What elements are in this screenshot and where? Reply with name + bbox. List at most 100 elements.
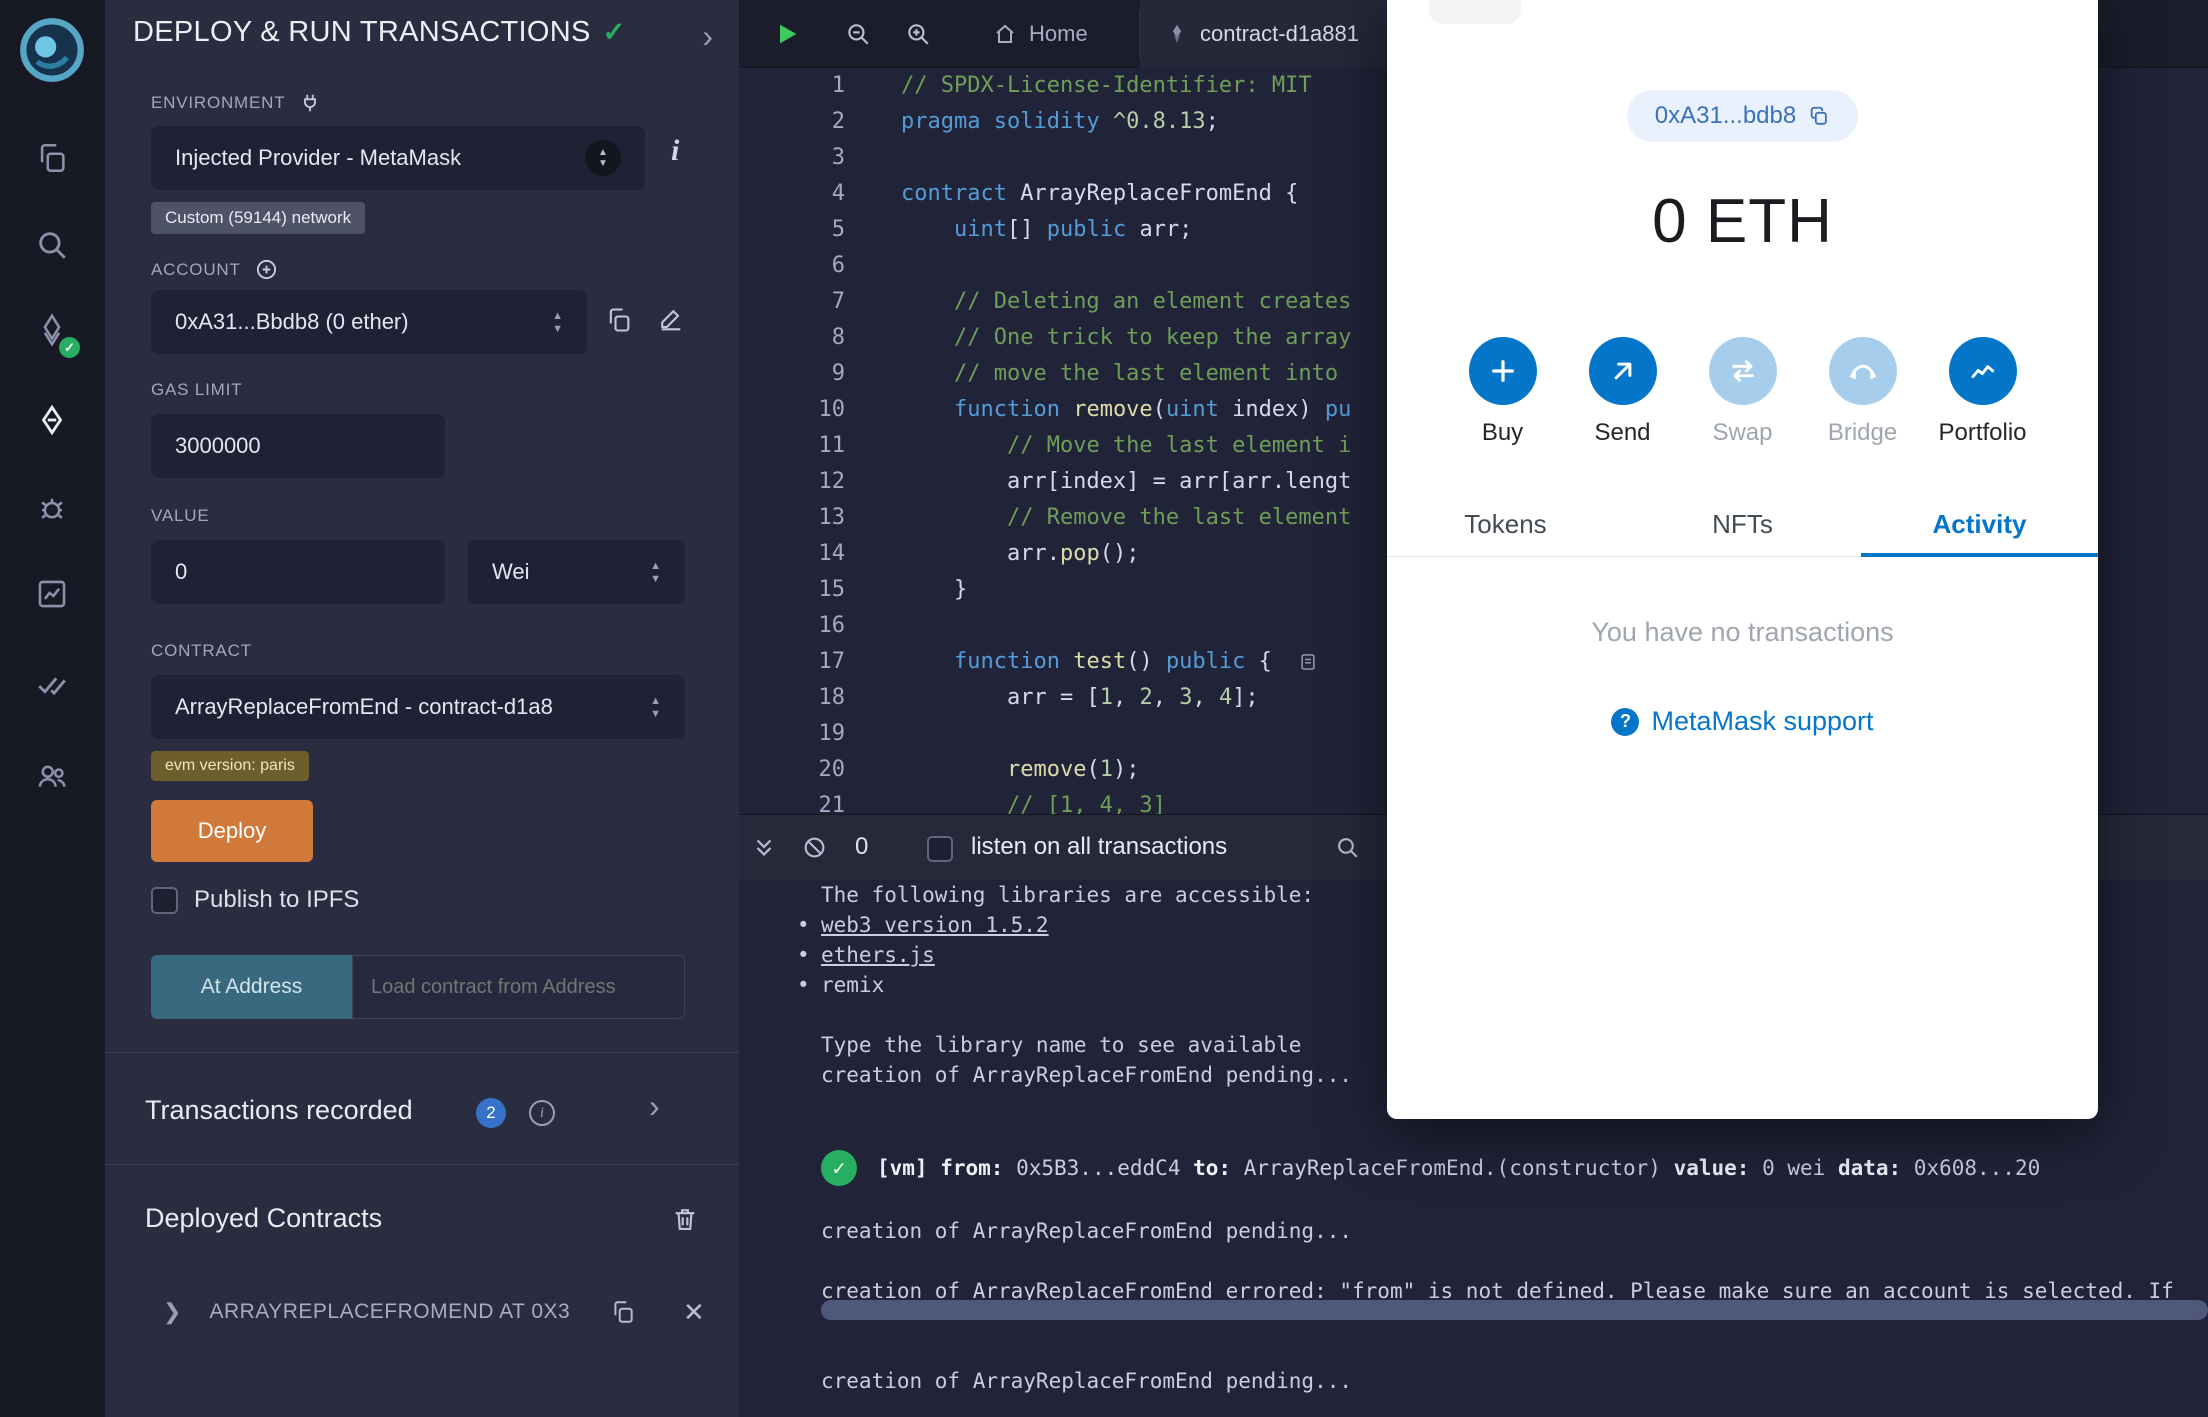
terminal-line: creation of ArrayReplaceFromEnd pending.… [821,1369,1353,1393]
contract-value: ArrayReplaceFromEnd - contract-d1a8 [175,694,553,719]
deploy-run-panel: DEPLOY & RUN TRANSACTIONS ✓ › ENVIRONMENT… [105,0,739,1417]
action-portfolio-button[interactable]: Portfolio [1935,337,2031,447]
value-unit: Wei [492,559,530,584]
line-number: 8 [831,325,845,350]
line-number: 17 [818,649,846,674]
trash-icon[interactable] [671,1205,699,1233]
network-badge: Custom (59144) network [151,202,366,234]
line-number: 1 [831,73,845,98]
terminal-line: ✓ [vm] from: 0x5B3...eddC4 to: ArrayRepla… [821,1150,2208,1186]
value-label: VALUE [151,506,210,525]
line-number: 10 [818,397,846,422]
test-log-icon[interactable] [1298,652,1318,672]
terminal-scrollbar[interactable] [821,1300,2208,1320]
analysis-icon[interactable] [32,574,72,614]
question-icon: ? [1611,707,1640,736]
environment-select[interactable]: Injected Provider - MetaMask ▲ ▼ [151,126,645,190]
line-number: 11 [818,433,846,458]
account-select[interactable]: 0xA31...Bbdb8 (0 ether) ▲ ▼ [151,290,587,354]
close-icon[interactable]: ✕ [683,1297,705,1328]
zoom-out-icon[interactable] [844,20,872,48]
account-address-pill[interactable]: 0xA31...bdb8 [1626,90,1859,142]
action-buy-button[interactable]: Buy [1455,337,1551,447]
at-address-input[interactable] [352,955,685,1019]
network-pill-fragment[interactable] [1429,0,1521,24]
solidity-compiler-icon[interactable]: ✓ [32,310,80,358]
contract-select[interactable]: ArrayReplaceFromEnd - contract-d1a8 ▲ ▼ [151,675,685,739]
line-number: 20 [818,757,846,782]
tx-success-icon: ✓ [821,1150,857,1186]
line-number: 21 [818,793,846,814]
environment-label: ENVIRONMENT [151,92,321,114]
action-swap-button: Swap [1695,337,1791,447]
chevron-up-down-icon: ▲ ▼ [585,140,621,176]
action-label: Send [1594,419,1651,446]
line-number: 3 [831,145,845,170]
edit-account-icon[interactable] [657,306,685,334]
unit-testing-icon[interactable] [32,664,72,704]
tab-tokens[interactable]: Tokens [1387,495,1624,557]
add-account-icon[interactable] [255,258,278,281]
tab-activity[interactable]: Activity [1861,495,2098,557]
panel-check-icon: ✓ [602,17,626,47]
metamask-support-link[interactable]: ? MetaMask support [1611,706,1874,737]
eth-balance: 0 ETH [1652,187,1833,256]
divider [105,1052,739,1053]
tab-home[interactable]: Home [967,0,1114,68]
listen-transactions-checkbox[interactable] [927,836,953,862]
panel-expand-chevron-icon[interactable]: › [702,18,713,55]
at-address-button[interactable]: At Address [151,955,352,1019]
line-number: 5 [831,217,845,242]
value-input[interactable] [151,540,445,604]
line-number: 19 [818,721,846,746]
copy-account-icon[interactable] [605,306,633,334]
zoom-in-icon[interactable] [904,20,932,48]
line-number: 6 [831,253,845,278]
metamask-tabs: Tokens NFTs Activity [1387,495,2098,557]
expand-chevron-icon[interactable]: ❯ [163,1299,181,1325]
publish-ipfs-checkbox[interactable] [151,886,178,914]
line-number: 7 [831,289,845,314]
debugger-icon[interactable] [32,488,72,528]
divider [105,1164,739,1165]
terminal-search-icon[interactable] [1335,835,1360,860]
copy-contract-icon[interactable] [610,1299,636,1325]
tab-nfts[interactable]: NFTs [1624,495,1861,557]
environment-value: Injected Provider - MetaMask [175,145,462,170]
deployed-contract-label: ARRAYREPLACEFROMEND AT 0X3 [209,1300,570,1323]
transactions-expand-chevron-icon[interactable]: › [649,1088,660,1125]
line-number: 12 [818,469,846,494]
search-icon[interactable] [32,225,72,265]
value-unit-select[interactable]: Wei ▲ ▼ [468,540,685,604]
panel-title: DEPLOY & RUN TRANSACTIONS ✓ [133,16,626,49]
run-script-icon[interactable] [773,20,801,48]
action-label: Bridge [1827,419,1898,446]
transactions-info-icon[interactable]: i [529,1100,555,1126]
action-bridge-button: Bridge [1815,337,1911,447]
file-explorer-icon[interactable] [32,138,72,178]
line-number: 14 [818,541,846,566]
gas-limit-label: GAS LIMIT [151,380,243,399]
send-arrow-icon [1588,337,1657,405]
plug-icon [304,94,317,112]
no-transactions-text: You have no transactions [1591,617,1894,647]
plugin-manager-icon[interactable] [32,756,72,796]
action-send-button[interactable]: Send [1575,337,1671,447]
deploy-run-icon[interactable] [32,400,72,440]
line-number: 2 [831,109,845,134]
transactions-count-badge: 2 [476,1098,506,1128]
gas-limit-input[interactable] [151,414,445,478]
copy-address-icon[interactable] [1808,105,1830,127]
portfolio-chart-icon [1948,337,2017,405]
compiler-success-badge: ✓ [59,337,80,358]
activity-bar: ✓ [0,0,105,1417]
remix-ide-window: ✓ DEPLOY & RUN TRANSACTIONS ✓ › ENVIRONME… [0,0,2208,1417]
environment-info-icon[interactable]: i [671,134,679,168]
tab-contract-label: contract-d1a881 [1200,21,1359,46]
expand-terminal-icon[interactable] [751,835,777,861]
deploy-button[interactable]: Deploy [151,800,313,862]
clear-console-icon[interactable] [802,835,827,860]
line-number: 18 [818,685,846,710]
deployed-contract-row[interactable]: ❯ ARRAYREPLACEFROMEND AT 0X3 ✕ [105,1282,739,1342]
